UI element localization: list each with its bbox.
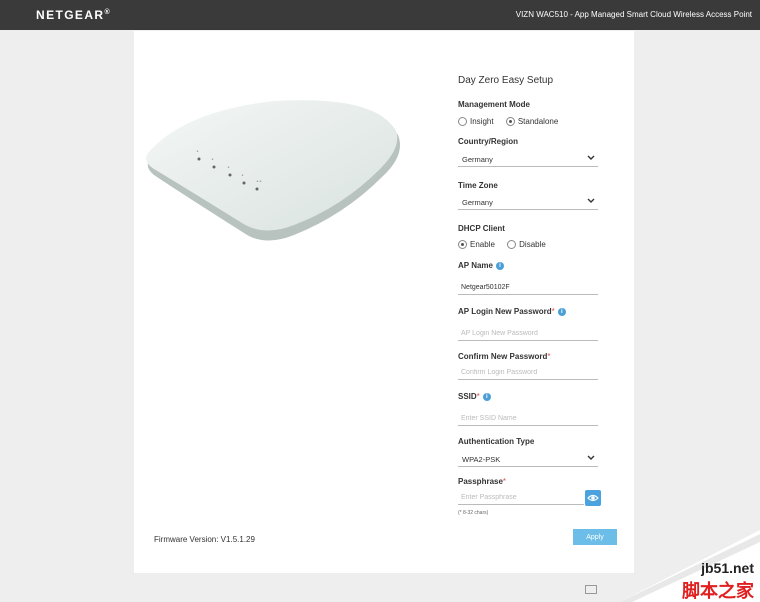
setup-card: • • • • •• Firmware Version: V1.5.1.29 Day Z… [134,31,634,573]
ap-name-label-text: AP Name [458,261,493,270]
dhcp-label: DHCP Client [458,224,505,233]
required-mark: * [547,352,551,361]
netgear-logo: NETGEAR® [36,8,111,22]
radio-circle [507,240,517,250]
svg-text:•: • [211,157,214,163]
confirm-password-input[interactable] [458,366,598,380]
radio-insight-label: Insight [470,117,494,126]
info-icon[interactable]: i [557,307,566,316]
firmware-version: Firmware Version: V1.5.1.29 [154,535,255,544]
auth-type-label: Authentication Type [458,437,535,446]
apply-button[interactable]: Apply [573,529,617,545]
radio-enable-label: Enable [470,240,495,249]
country-label: Country/Region [458,137,518,146]
radio-insight[interactable]: Insight [458,117,494,127]
svg-text:•: • [241,173,244,179]
management-mode-radios: Insight Standalone [458,117,568,127]
logo-mark: ® [104,9,112,16]
eye-icon [587,494,599,502]
radio-circle [458,117,467,127]
management-mode-label: Management Mode [458,100,531,109]
passphrase-label-text: Passphrase [458,477,503,486]
passphrase-input[interactable] [458,491,584,505]
timezone-value: Germany [462,198,493,207]
info-icon[interactable]: i [495,261,504,270]
ap-password-input[interactable] [458,327,598,341]
chevron-down-icon [587,455,595,460]
radio-circle-selected [458,240,467,250]
ap-name-label: AP Name i [458,261,504,270]
confirm-password-label: Confirm New Password* [458,352,550,361]
product-name: VIZN WAC510 - App Managed Smart Cloud Wi… [515,10,752,19]
info-icon[interactable]: i [482,392,491,401]
ssid-label: SSID* i [458,392,491,401]
radio-standalone-label: Standalone [517,117,559,126]
passphrase-label: Passphrase* [458,477,506,486]
radio-circle-selected [505,117,515,127]
watermark: jb51.net 脚本之家 [620,530,760,602]
access-point-image: •••••• [146,100,400,241]
watermark-line1: jb51.net [701,560,754,576]
ssid-label-text: SSID [458,392,477,401]
confirm-password-label-text: Confirm New Password [458,352,548,361]
radio-disable[interactable]: Disable [507,240,546,250]
show-passphrase-button[interactable] [585,490,601,506]
timezone-label: Time Zone [458,181,498,190]
country-value: Germany [462,155,493,164]
auth-type-select[interactable]: WPA2-PSK [458,452,598,467]
form-title: Day Zero Easy Setup [458,75,554,86]
chevron-down-icon [587,155,595,160]
required-mark: * [476,392,480,401]
radio-standalone[interactable]: Standalone [505,117,559,127]
svg-text:••: •• [256,179,262,185]
ap-name-input[interactable] [458,281,598,295]
logo-text: NETGEAR [36,8,105,22]
ssid-input[interactable] [458,412,598,426]
radio-disable-label: Disable [519,240,546,249]
required-mark: * [502,477,507,486]
required-mark: * [551,307,555,316]
svg-text:•: • [196,149,199,155]
dhcp-radios: Enable Disable [458,240,556,250]
top-bar: NETGEAR® VIZN WAC510 - App Managed Smart… [0,0,760,30]
watermark-line2: 脚本之家 [682,581,754,601]
svg-text:•: • [227,165,230,171]
auth-type-value: WPA2-PSK [462,455,501,464]
radio-enable[interactable]: Enable [458,240,495,250]
ap-password-label-text: AP Login New Password [458,307,552,316]
timezone-select[interactable]: Germany [458,195,598,210]
chevron-down-icon [587,198,595,203]
ap-password-label: AP Login New Password* i [458,307,566,316]
passphrase-hint: (* 8-32 chars) [458,510,489,516]
keyboard-icon[interactable] [585,585,597,594]
country-select[interactable]: Germany [458,152,598,167]
